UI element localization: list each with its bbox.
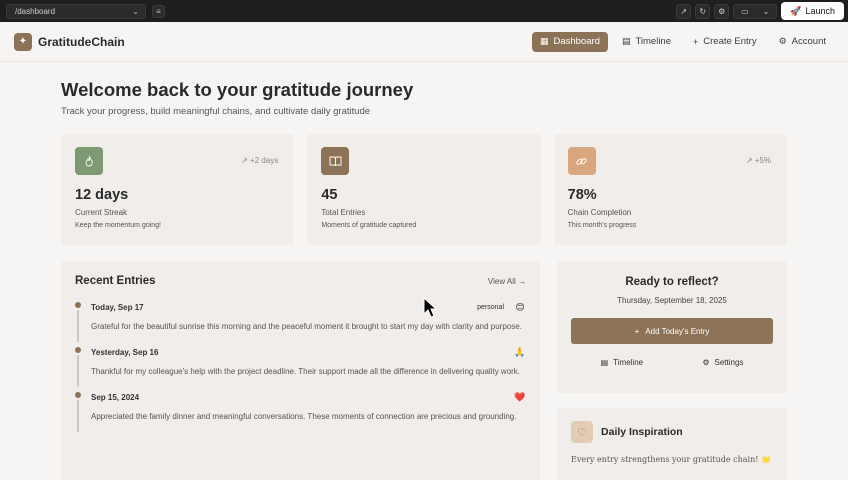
heart-icon: ♡ xyxy=(571,421,594,443)
plus-icon: + xyxy=(634,326,640,336)
reflect-title: Ready to reflect? xyxy=(625,276,719,288)
stat-value: 45 xyxy=(321,187,338,203)
nav-label: Dashboard xyxy=(553,36,600,47)
mood-emoji-icon: 😊 xyxy=(515,302,525,312)
rocket-icon: 🚀 xyxy=(790,5,802,16)
launch-button[interactable]: 🚀 Launch xyxy=(781,2,844,20)
flame-icon xyxy=(75,147,103,175)
timeline-dot xyxy=(75,302,81,308)
list-item[interactable]: Sep 15, 2024 ❤️ Appreciated the family d… xyxy=(75,392,526,432)
entry-date: Sep 15, 2024 xyxy=(91,393,140,402)
top-nav: ✦ GratitudeChain ▦ Dashboard ▤ Timeline … xyxy=(0,22,848,62)
stat-note: Keep the momentum going! xyxy=(75,222,161,229)
page-title: Welcome back to your gratitude journey xyxy=(61,79,414,100)
list-item[interactable]: Today, Sep 17 personal 😊 Grateful for th… xyxy=(75,302,526,342)
timeline-rail xyxy=(77,400,79,432)
entry-date: Yesterday, Sep 16 xyxy=(91,348,159,357)
timeline-link[interactable]: ▤ Timeline xyxy=(601,358,644,367)
calendar-icon: ▤ xyxy=(621,36,631,46)
entry-text: Appreciated the family dinner and meanin… xyxy=(91,412,517,421)
reflect-card: Ready to reflect? Thursday, September 18… xyxy=(557,261,787,393)
browser-toolbar: /dashboard ⌄ ≡ ↗ ↻ ⚙ ▭ ⌄ 🚀 Launch xyxy=(0,0,848,22)
timeline-dot xyxy=(75,392,81,398)
mood-emoji-icon: ❤️ xyxy=(514,392,526,402)
stat-note: This month's progress xyxy=(567,222,637,229)
stat-card-streak: ↗ +2 days 12 days Current Streak Keep th… xyxy=(61,134,295,245)
nav-dashboard[interactable]: ▦ Dashboard xyxy=(531,31,608,52)
add-entry-button[interactable]: + Add Today's Entry xyxy=(571,318,773,344)
grid-icon: ▦ xyxy=(539,36,549,46)
external-link-icon[interactable]: ↗ xyxy=(676,3,692,19)
settings-label: Settings xyxy=(714,358,744,367)
chevron-down-icon[interactable]: ⌄ xyxy=(132,7,139,16)
stat-value: 12 days xyxy=(75,187,129,203)
nav-label: Account xyxy=(791,36,826,47)
timeline-dot xyxy=(75,347,81,353)
url-bar[interactable]: /dashboard ⌄ xyxy=(6,3,146,19)
view-all-link[interactable]: View All → xyxy=(488,277,526,286)
timeline-rail xyxy=(77,355,79,387)
nav-label: Create Entry xyxy=(703,36,757,47)
nav-timeline[interactable]: ▤ Timeline xyxy=(614,32,679,52)
inspiration-text: Every entry strengthens your gratitude c… xyxy=(571,455,771,464)
timeline-label: Timeline xyxy=(613,358,644,367)
calendar-icon: ▤ xyxy=(600,358,609,367)
stat-label: Total Entries xyxy=(321,208,366,217)
add-entry-label: Add Today's Entry xyxy=(645,326,710,336)
mouse-cursor-icon xyxy=(423,297,437,318)
logo-icon: ✦ xyxy=(14,32,32,51)
stat-card-completion: ↗ +5% 78% Chain Completion This month's … xyxy=(553,134,787,245)
refresh-icon[interactable]: ↻ xyxy=(695,3,711,19)
page-subtitle: Track your progress, build meaningful ch… xyxy=(61,106,371,117)
entry-tag: personal xyxy=(477,304,505,311)
gear-icon: ⚙ xyxy=(702,358,710,367)
launch-label: Launch xyxy=(805,6,835,16)
app-window: ✦ GratitudeChain ▦ Dashboard ▤ Timeline … xyxy=(0,22,848,480)
stat-card-entries: 45 Total Entries Moments of gratitude ca… xyxy=(307,134,541,245)
entry-text: Grateful for the beautiful sunrise this … xyxy=(91,322,522,331)
recent-entries-card: Recent Entries View All → Today, Sep 17 … xyxy=(61,261,541,480)
timeline-rail xyxy=(77,310,79,342)
inspiration-card: ♡ Daily Inspiration Every entry strength… xyxy=(557,408,787,480)
chevron-down-icon: ⌄ xyxy=(762,6,770,16)
mood-emoji-icon: 🙏 xyxy=(514,347,526,357)
stat-note: Moments of gratitude captured xyxy=(321,222,417,229)
nav-label: Timeline xyxy=(635,36,671,47)
stat-label: Current Streak xyxy=(75,208,128,217)
monitor-icon: ▭ xyxy=(741,6,749,16)
stat-label: Chain Completion xyxy=(567,208,632,217)
menu-icon[interactable]: ≡ xyxy=(152,4,165,18)
nav-account[interactable]: ⚙ Account xyxy=(771,32,834,52)
settings-link[interactable]: ⚙ Settings xyxy=(702,358,743,367)
plus-icon: + xyxy=(693,36,699,47)
stat-value: 78% xyxy=(567,187,597,203)
recent-entries-title: Recent Entries xyxy=(75,275,156,287)
url-text: /dashboard xyxy=(15,6,56,16)
reflect-date: Thursday, September 18, 2025 xyxy=(617,296,727,305)
list-item[interactable]: Yesterday, Sep 16 🙏 Thankful for my coll… xyxy=(75,347,526,387)
inspiration-title: Daily Inspiration xyxy=(601,426,683,438)
gear-icon: ⚙ xyxy=(778,36,787,46)
nav-create-entry[interactable]: + Create Entry xyxy=(685,32,765,52)
device-selector[interactable]: ▭ ⌄ xyxy=(733,3,778,19)
entry-date: Today, Sep 17 xyxy=(91,303,144,312)
link-icon xyxy=(567,147,596,175)
brand-name: GratitudeChain xyxy=(38,34,125,49)
book-icon xyxy=(321,147,350,175)
trend-badge: ↗ +2 days xyxy=(241,156,279,165)
entry-text: Thankful for my colleague's help with th… xyxy=(91,367,521,376)
brand[interactable]: ✦ GratitudeChain xyxy=(14,32,125,51)
trend-badge: ↗ +5% xyxy=(745,156,771,165)
settings-icon[interactable]: ⚙ xyxy=(714,3,730,19)
